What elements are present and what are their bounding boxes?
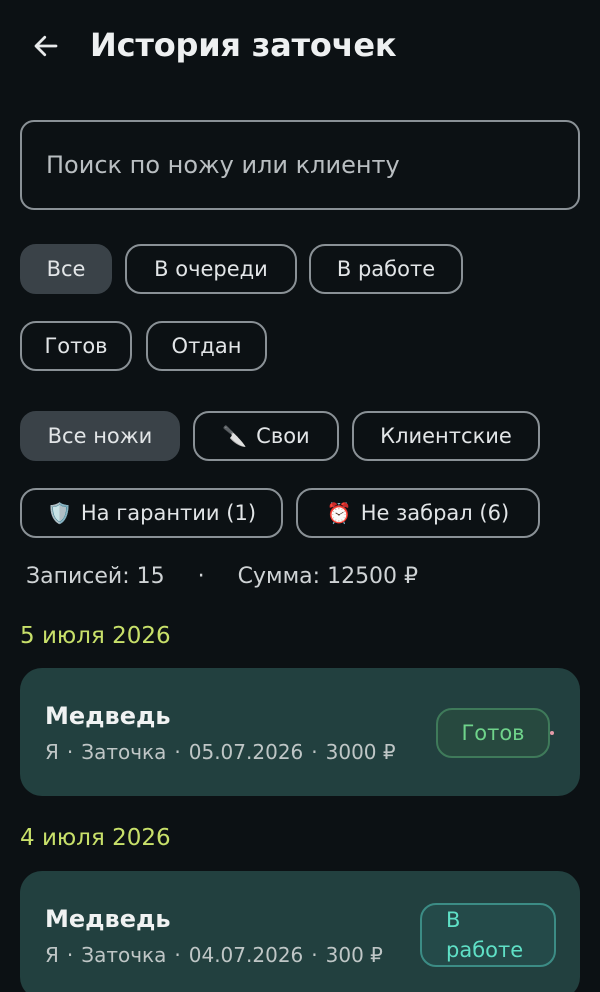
filter-chip-in-progress[interactable]: В работе bbox=[309, 244, 463, 294]
filter-chip-not-picked-up[interactable]: ⏰ Не забрал (6) bbox=[296, 488, 540, 538]
meta-separator: · bbox=[66, 943, 74, 967]
filter-chip-all-knives[interactable]: Все ножи bbox=[20, 411, 180, 461]
sharpening-history-screen: История заточек Все В очереди В работе Г… bbox=[0, 0, 600, 992]
history-card[interactable]: Медведь Я · Заточка · 04.07.2026 · 300 ₽ В раб… bbox=[20, 871, 580, 992]
indicator-dot bbox=[550, 731, 554, 735]
card-meta: Я · Заточка · 05.07.2026 · 3000 ₽ bbox=[45, 740, 396, 764]
summary-separator: · bbox=[197, 564, 205, 589]
chip-label: Отдан bbox=[171, 334, 242, 358]
chip-label: Свои bbox=[256, 424, 310, 448]
owner: Я bbox=[45, 740, 59, 764]
search-input[interactable] bbox=[22, 122, 578, 208]
meta-separator: · bbox=[174, 943, 181, 967]
filter-chip-queued[interactable]: В очереди bbox=[125, 244, 297, 294]
search-field[interactable] bbox=[20, 120, 580, 210]
meta-separator: · bbox=[311, 943, 318, 967]
summary-line: Записей: 15 · Сумма: 12500 ₽ bbox=[26, 564, 418, 589]
chip-label: Все ножи bbox=[47, 424, 153, 448]
service: Заточка bbox=[81, 943, 167, 967]
knife-name: Медведь bbox=[45, 905, 171, 933]
history-card[interactable]: Медведь Я · Заточка · 05.07.2026 · 3000 ₽ Гото… bbox=[20, 668, 580, 796]
order-date: 05.07.2026 bbox=[188, 740, 304, 764]
chip-label: Все bbox=[46, 257, 86, 281]
chip-label: Не забрал (6) bbox=[360, 501, 510, 525]
back-button[interactable] bbox=[22, 22, 70, 70]
filter-chip-own[interactable]: 🔪 Свои bbox=[193, 411, 339, 461]
filter-chip-ready[interactable]: Готов bbox=[20, 321, 132, 371]
filter-chip-warranty[interactable]: 🛡️ На гарантии (1) bbox=[20, 488, 283, 538]
date-group-header: 4 июля 2026 bbox=[20, 825, 171, 851]
meta-separator: · bbox=[311, 740, 318, 764]
records-count: Записей: 15 bbox=[26, 564, 165, 589]
chip-label: Клиентские bbox=[380, 424, 512, 448]
total-sum: Сумма: 12500 ₽ bbox=[237, 564, 419, 589]
page-title: История заточек bbox=[90, 26, 397, 64]
service: Заточка bbox=[81, 740, 167, 764]
order-date: 04.07.2026 bbox=[188, 943, 304, 967]
knife-icon: 🔪 bbox=[222, 424, 248, 448]
arrow-left-icon bbox=[34, 35, 58, 57]
chip-label: Готов bbox=[44, 334, 108, 358]
chip-label: На гарантии (1) bbox=[80, 501, 257, 525]
meta-separator: · bbox=[66, 740, 74, 764]
status-badge[interactable]: В работе bbox=[420, 903, 556, 967]
price: 3000 ₽ bbox=[325, 740, 396, 764]
date-group-header: 5 июля 2026 bbox=[20, 623, 171, 649]
alarm-clock-icon: ⏰ bbox=[326, 501, 352, 525]
status-badge[interactable]: Готов bbox=[436, 708, 550, 758]
top-app-bar: История заточек bbox=[0, 0, 600, 92]
chip-label: В очереди bbox=[154, 257, 268, 281]
chip-label: В работе bbox=[336, 257, 436, 281]
owner: Я bbox=[45, 943, 59, 967]
meta-separator: · bbox=[174, 740, 181, 764]
shield-icon: 🛡️ bbox=[46, 501, 72, 525]
price: 300 ₽ bbox=[325, 943, 383, 967]
card-meta: Я · Заточка · 04.07.2026 · 300 ₽ bbox=[45, 943, 383, 967]
filter-chip-client[interactable]: Клиентские bbox=[352, 411, 540, 461]
filter-chip-given[interactable]: Отдан bbox=[146, 321, 267, 371]
knife-name: Медведь bbox=[45, 702, 171, 730]
filter-chip-all[interactable]: Все bbox=[20, 244, 112, 294]
